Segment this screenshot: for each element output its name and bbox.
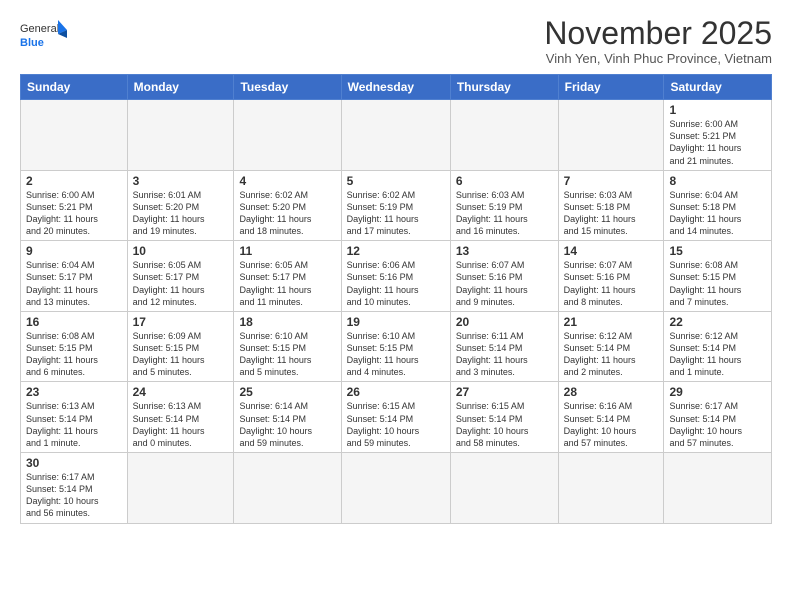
day-9: 9 Sunrise: 6:04 AMSunset: 5:17 PMDayligh… — [21, 241, 128, 312]
header-tuesday: Tuesday — [234, 75, 341, 100]
header-wednesday: Wednesday — [341, 75, 450, 100]
day-24: 24 Sunrise: 6:13 AMSunset: 5:14 PMDaylig… — [127, 382, 234, 453]
weekday-header-row: Sunday Monday Tuesday Wednesday Thursday… — [21, 75, 772, 100]
day-20: 20 Sunrise: 6:11 AMSunset: 5:14 PMDaylig… — [450, 311, 558, 382]
day-5: 5 Sunrise: 6:02 AMSunset: 5:19 PMDayligh… — [341, 170, 450, 241]
empty-cell — [127, 100, 234, 171]
location-subtitle: Vinh Yen, Vinh Phuc Province, Vietnam — [544, 51, 772, 66]
title-block: November 2025 Vinh Yen, Vinh Phuc Provin… — [544, 16, 772, 66]
empty-cell — [664, 453, 772, 524]
svg-text:Blue: Blue — [20, 37, 44, 49]
day-4: 4 Sunrise: 6:02 AMSunset: 5:20 PMDayligh… — [234, 170, 341, 241]
header-saturday: Saturday — [664, 75, 772, 100]
month-title: November 2025 — [544, 16, 772, 51]
day-16: 16 Sunrise: 6:08 AMSunset: 5:15 PMDaylig… — [21, 311, 128, 382]
day-21: 21 Sunrise: 6:12 AMSunset: 5:14 PMDaylig… — [558, 311, 664, 382]
day-22: 22 Sunrise: 6:12 AMSunset: 5:14 PMDaylig… — [664, 311, 772, 382]
day-30: 30 Sunrise: 6:17 AMSunset: 5:14 PMDaylig… — [21, 453, 128, 524]
day-25: 25 Sunrise: 6:14 AMSunset: 5:14 PMDaylig… — [234, 382, 341, 453]
header: General Blue November 2025 Vinh Yen, Vin… — [20, 16, 772, 66]
calendar-row-4: 16 Sunrise: 6:08 AMSunset: 5:15 PMDaylig… — [21, 311, 772, 382]
day-1: 1 Sunrise: 6:00 AMSunset: 5:21 PMDayligh… — [664, 100, 772, 171]
calendar-row-1: 1 Sunrise: 6:00 AMSunset: 5:21 PMDayligh… — [21, 100, 772, 171]
header-thursday: Thursday — [450, 75, 558, 100]
header-monday: Monday — [127, 75, 234, 100]
day-27: 27 Sunrise: 6:15 AMSunset: 5:14 PMDaylig… — [450, 382, 558, 453]
day-23: 23 Sunrise: 6:13 AMSunset: 5:14 PMDaylig… — [21, 382, 128, 453]
calendar-row-6: 30 Sunrise: 6:17 AMSunset: 5:14 PMDaylig… — [21, 453, 772, 524]
empty-cell — [234, 453, 341, 524]
day-19: 19 Sunrise: 6:10 AMSunset: 5:15 PMDaylig… — [341, 311, 450, 382]
empty-cell — [341, 453, 450, 524]
empty-cell — [558, 453, 664, 524]
calendar-table: Sunday Monday Tuesday Wednesday Thursday… — [20, 74, 772, 523]
day-6: 6 Sunrise: 6:03 AMSunset: 5:19 PMDayligh… — [450, 170, 558, 241]
day-14: 14 Sunrise: 6:07 AMSunset: 5:16 PMDaylig… — [558, 241, 664, 312]
calendar-row-5: 23 Sunrise: 6:13 AMSunset: 5:14 PMDaylig… — [21, 382, 772, 453]
day-18: 18 Sunrise: 6:10 AMSunset: 5:15 PMDaylig… — [234, 311, 341, 382]
day-17: 17 Sunrise: 6:09 AMSunset: 5:15 PMDaylig… — [127, 311, 234, 382]
day-28: 28 Sunrise: 6:16 AMSunset: 5:14 PMDaylig… — [558, 382, 664, 453]
day-7: 7 Sunrise: 6:03 AMSunset: 5:18 PMDayligh… — [558, 170, 664, 241]
day-15: 15 Sunrise: 6:08 AMSunset: 5:15 PMDaylig… — [664, 241, 772, 312]
generalblue-logo-icon: General Blue — [20, 16, 70, 58]
day-10: 10 Sunrise: 6:05 AMSunset: 5:17 PMDaylig… — [127, 241, 234, 312]
calendar-row-2: 2 Sunrise: 6:00 AMSunset: 5:21 PMDayligh… — [21, 170, 772, 241]
day-26: 26 Sunrise: 6:15 AMSunset: 5:14 PMDaylig… — [341, 382, 450, 453]
page: General Blue November 2025 Vinh Yen, Vin… — [0, 0, 792, 534]
svg-text:General: General — [20, 23, 59, 35]
empty-cell — [341, 100, 450, 171]
empty-cell — [127, 453, 234, 524]
empty-cell — [21, 100, 128, 171]
empty-cell — [558, 100, 664, 171]
calendar-row-3: 9 Sunrise: 6:04 AMSunset: 5:17 PMDayligh… — [21, 241, 772, 312]
day-2: 2 Sunrise: 6:00 AMSunset: 5:21 PMDayligh… — [21, 170, 128, 241]
day-13: 13 Sunrise: 6:07 AMSunset: 5:16 PMDaylig… — [450, 241, 558, 312]
day-29: 29 Sunrise: 6:17 AMSunset: 5:14 PMDaylig… — [664, 382, 772, 453]
day-12: 12 Sunrise: 6:06 AMSunset: 5:16 PMDaylig… — [341, 241, 450, 312]
day-8: 8 Sunrise: 6:04 AMSunset: 5:18 PMDayligh… — [664, 170, 772, 241]
header-friday: Friday — [558, 75, 664, 100]
empty-cell — [234, 100, 341, 171]
empty-cell — [450, 453, 558, 524]
empty-cell — [450, 100, 558, 171]
header-sunday: Sunday — [21, 75, 128, 100]
day-3: 3 Sunrise: 6:01 AMSunset: 5:20 PMDayligh… — [127, 170, 234, 241]
logo: General Blue — [20, 16, 70, 58]
day-11: 11 Sunrise: 6:05 AMSunset: 5:17 PMDaylig… — [234, 241, 341, 312]
